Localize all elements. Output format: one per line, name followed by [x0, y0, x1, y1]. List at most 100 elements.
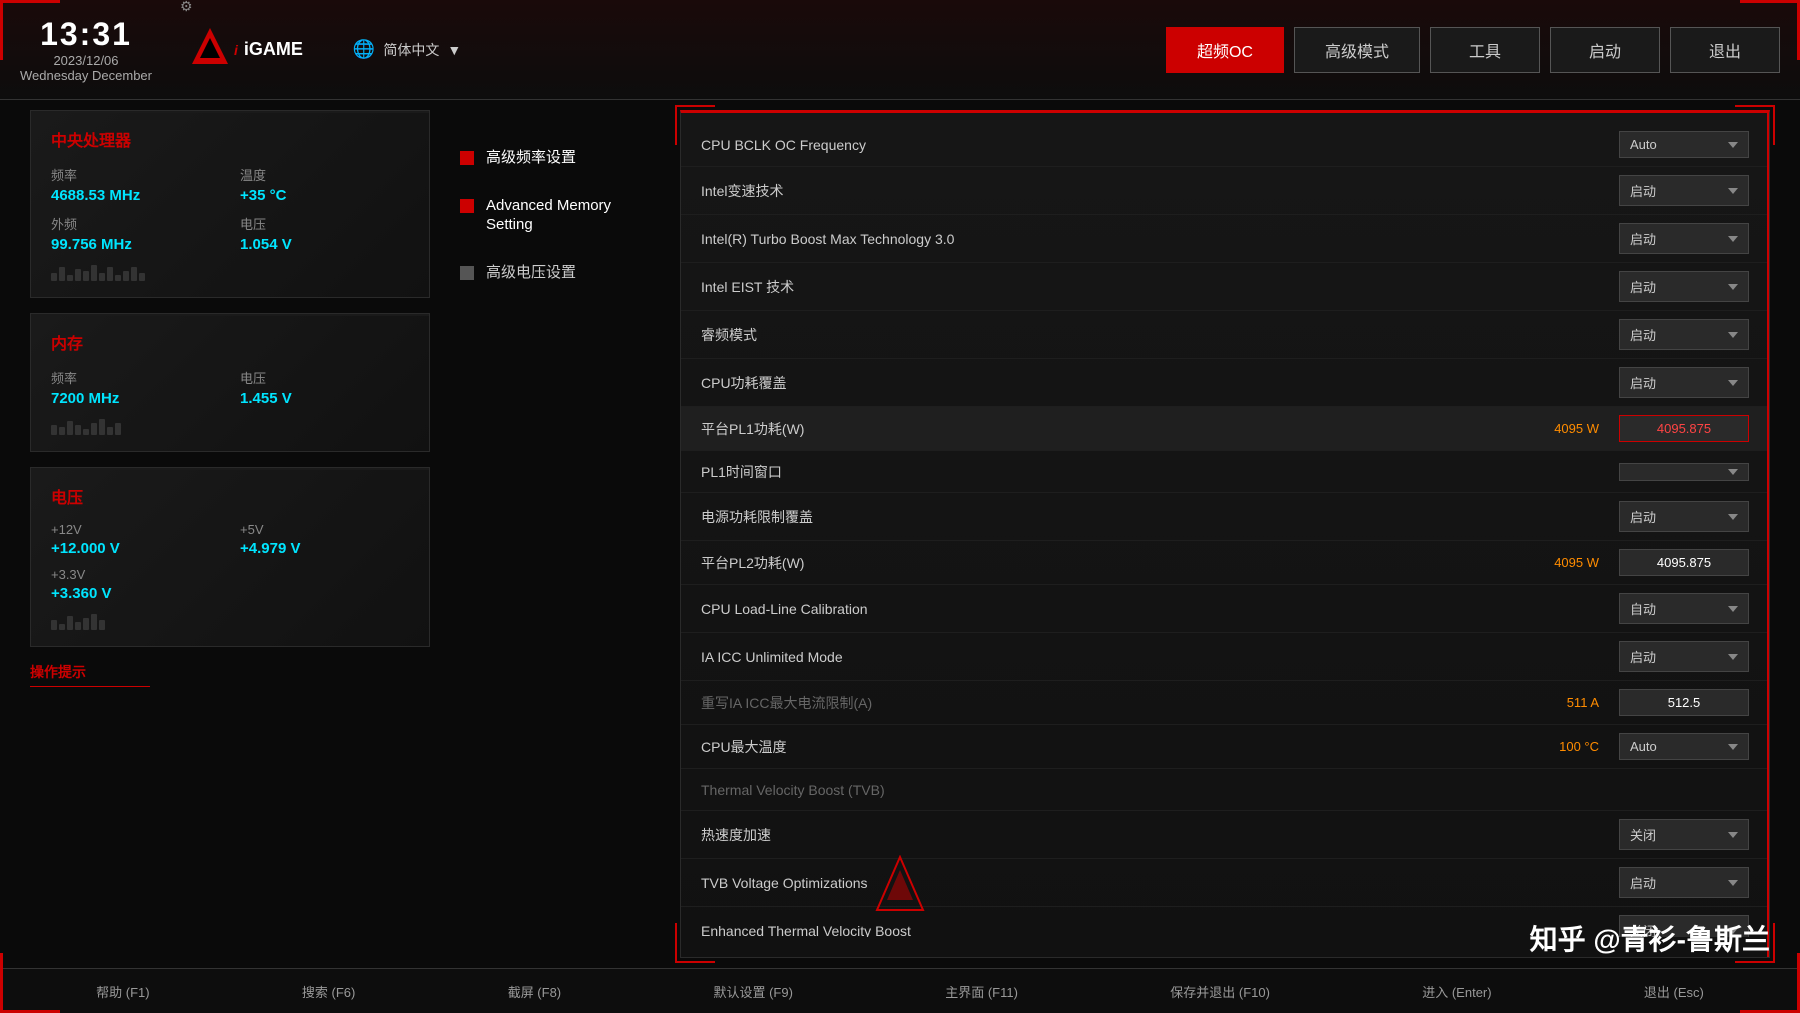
- setting-name: IA ICC Unlimited Mode: [701, 649, 1619, 665]
- ops-label: 操作提示: [30, 662, 430, 682]
- key-screenshot[interactable]: 截屏 (F8): [508, 982, 561, 1001]
- key-esc[interactable]: 退出 (Esc): [1644, 982, 1704, 1001]
- setting-dropdown[interactable]: 启动: [1619, 367, 1749, 398]
- setting-row[interactable]: 重写IA ICC最大电流限制(A)511 A512.5: [681, 681, 1769, 725]
- sidenav-freq[interactable]: 高级频率设置: [450, 140, 670, 176]
- setting-name: 电源功耗限制覆盖: [701, 507, 1619, 527]
- setting-dropdown[interactable]: [1619, 463, 1749, 481]
- setting-row[interactable]: 睿频模式启动: [681, 311, 1769, 359]
- setting-row[interactable]: 电源功耗限制覆盖启动: [681, 493, 1769, 541]
- setting-hint: 511 A: [1567, 695, 1599, 710]
- voltage-wave: [51, 612, 409, 630]
- side-nav-panel: 高级频率设置 Advanced Memory Setting 高级电压设置: [450, 110, 670, 958]
- nav-advanced-button[interactable]: 高级模式: [1294, 27, 1420, 73]
- cpu-temp-label: 温度: [240, 165, 409, 184]
- key-help[interactable]: 帮助 (F1): [96, 982, 149, 1001]
- mem-freq-value: 7200 MHz: [51, 390, 220, 407]
- setting-value-display[interactable]: 512.5: [1619, 689, 1749, 716]
- mem-freq-label: 频率: [51, 368, 220, 387]
- cpu-wave: [51, 263, 409, 281]
- setting-hint: 100 °C: [1559, 739, 1599, 754]
- setting-name: Intel(R) Turbo Boost Max Technology 3.0: [701, 231, 1619, 247]
- v33-label: +3.3V: [51, 567, 220, 582]
- setting-dropdown[interactable]: 关闭: [1619, 819, 1749, 850]
- setting-name: 平台PL2功耗(W): [701, 553, 1554, 573]
- setting-dropdown[interactable]: 启动: [1619, 175, 1749, 206]
- setting-dropdown[interactable]: 启动: [1619, 641, 1749, 672]
- key-default[interactable]: 默认设置 (F9): [713, 982, 792, 1001]
- voltage-card: 电压 +12V +12.000 V +5V +4.979 V +3.3V +3.…: [30, 467, 430, 647]
- key-search[interactable]: 搜索 (F6): [302, 982, 355, 1001]
- setting-name: TVB Voltage Optimizations: [701, 875, 1619, 891]
- sidenav-memory-dot: [460, 199, 474, 213]
- settings-list: CPU BCLK OC FrequencyAutoIntel变速技术启动Inte…: [681, 113, 1769, 937]
- logo-brand: i: [234, 42, 238, 58]
- setting-dropdown[interactable]: 启动: [1619, 319, 1749, 350]
- watermark: 知乎 @青衫-鲁斯兰: [1530, 918, 1770, 958]
- memory-card: 内存 频率 7200 MHz 电压 1.455 V: [30, 313, 430, 452]
- cpu-card-title: 中央处理器: [51, 127, 409, 151]
- setting-dropdown[interactable]: 启动: [1619, 501, 1749, 532]
- setting-name: Thermal Velocity Boost (TVB): [701, 782, 1749, 798]
- setting-row[interactable]: IA ICC Unlimited Mode启动: [681, 633, 1769, 681]
- corner-decoration-br: [1740, 953, 1800, 1013]
- ops-section: 操作提示: [30, 662, 430, 687]
- logo-text: iGAME: [244, 39, 303, 60]
- nav-boot-button[interactable]: 启动: [1550, 27, 1660, 73]
- setting-row[interactable]: PL1时间窗口: [681, 451, 1769, 493]
- mem-voltage-label: 电压: [240, 368, 409, 387]
- memory-card-title: 内存: [51, 330, 409, 354]
- logo-section: i iGAME: [192, 28, 303, 72]
- setting-row[interactable]: CPU Load-Line Calibration自动: [681, 585, 1769, 633]
- setting-name: Intel变速技术: [701, 181, 1619, 201]
- setting-value-display[interactable]: 4095.875: [1619, 415, 1749, 442]
- setting-row[interactable]: Intel(R) Turbo Boost Max Technology 3.0启…: [681, 215, 1769, 263]
- nav-tools-button[interactable]: 工具: [1430, 27, 1540, 73]
- header-nav: 超频OC 高级模式 工具 启动 退出: [1166, 27, 1780, 73]
- setting-row[interactable]: Intel变速技术启动: [681, 167, 1769, 215]
- key-main[interactable]: 主界面 (F11): [945, 982, 1018, 1001]
- cpu-voltage-label: 电压: [240, 214, 409, 233]
- setting-row[interactable]: CPU最大温度100 °CAuto: [681, 725, 1769, 769]
- key-save-exit[interactable]: 保存并退出 (F10): [1170, 982, 1270, 1001]
- setting-row[interactable]: 热速度加速关闭: [681, 811, 1769, 859]
- setting-hint: 4095 W: [1554, 555, 1599, 570]
- setting-row[interactable]: CPU功耗覆盖启动: [681, 359, 1769, 407]
- setting-row[interactable]: 平台PL2功耗(W)4095 W 4095.875: [681, 541, 1769, 585]
- lang-arrow-icon: ▼: [447, 42, 461, 58]
- nav-oc-button[interactable]: 超频OC: [1166, 27, 1284, 73]
- sidenav-voltage[interactable]: 高级电压设置: [450, 255, 670, 291]
- header: ⚙ 13:31 2023/12/06 Wednesday December i …: [0, 0, 1800, 100]
- setting-name: CPU Load-Line Calibration: [701, 601, 1619, 617]
- setting-dropdown[interactable]: Auto: [1619, 131, 1749, 158]
- setting-dropdown[interactable]: 启动: [1619, 271, 1749, 302]
- setting-value-display[interactable]: 4095.875: [1619, 549, 1749, 576]
- mem-wave: [51, 417, 409, 435]
- header-left: ⚙ 13:31 2023/12/06 Wednesday December i …: [20, 16, 461, 83]
- cpu-extfreq-value: 99.756 MHz: [51, 236, 220, 253]
- sidenav-memory[interactable]: Advanced Memory Setting: [450, 188, 670, 243]
- setting-row[interactable]: Intel EIST 技术启动: [681, 263, 1769, 311]
- v5-label: +5V: [240, 522, 409, 537]
- main-settings-panel: CPU BCLK OC FrequencyAutoIntel变速技术启动Inte…: [680, 110, 1770, 958]
- setting-dropdown[interactable]: 启动: [1619, 867, 1749, 898]
- cpu-voltage-value: 1.054 V: [240, 236, 409, 253]
- setting-row[interactable]: Thermal Velocity Boost (TVB): [681, 769, 1769, 811]
- lang-selector[interactable]: 🌐 简体中文 ▼: [353, 39, 461, 60]
- key-enter[interactable]: 进入 (Enter): [1422, 982, 1491, 1001]
- setting-dropdown[interactable]: Auto: [1619, 733, 1749, 760]
- setting-dropdown[interactable]: 自动: [1619, 593, 1749, 624]
- setting-name: 热速度加速: [701, 825, 1619, 845]
- v12-value: +12.000 V: [51, 540, 220, 557]
- setting-dropdown[interactable]: 启动: [1619, 223, 1749, 254]
- cpu-card: 中央处理器 频率 4688.53 MHz 温度 +35 °C 外频 99.756…: [30, 110, 430, 298]
- setting-name: Enhanced Thermal Velocity Boost: [701, 923, 1619, 938]
- setting-name: CPU BCLK OC Frequency: [701, 137, 1619, 153]
- left-panel: 中央处理器 频率 4688.53 MHz 温度 +35 °C 外频 99.756…: [30, 110, 430, 958]
- setting-row[interactable]: 平台PL1功耗(W)4095 W4095.875: [681, 407, 1769, 451]
- setting-row[interactable]: TVB Voltage Optimizations启动: [681, 859, 1769, 907]
- cpu-temp-value: +35 °C: [240, 187, 409, 204]
- corner-decoration-tl: [0, 0, 60, 60]
- setting-row[interactable]: CPU BCLK OC FrequencyAuto: [681, 123, 1769, 167]
- globe-icon: 🌐: [353, 39, 375, 60]
